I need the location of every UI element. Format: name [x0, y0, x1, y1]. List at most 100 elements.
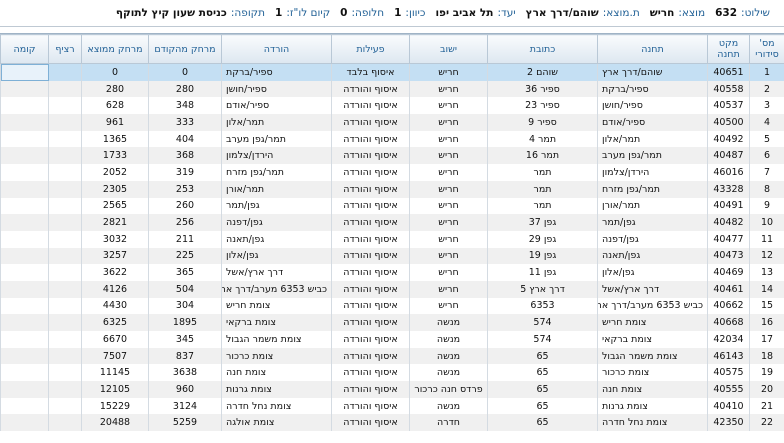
col-dist-origin-cell[interactable]: 4126 [82, 281, 149, 298]
table-row[interactable]: 2242350צומת נחל חדרה65חדרהאיסוף והורדהצו… [1, 414, 784, 431]
col-address-cell[interactable]: 65 [488, 364, 598, 381]
col-station-code-cell[interactable]: 42034 [708, 331, 750, 348]
col-address-cell[interactable]: ספיר 36 [488, 81, 598, 98]
col-unload-cell[interactable]: הירדן/צלמון [222, 147, 332, 164]
col-station-code-cell[interactable]: 40668 [708, 314, 750, 331]
col-station-cell[interactable]: תמר/אלון [598, 131, 708, 148]
col-activity-cell[interactable]: איסוף והורדה [332, 398, 410, 415]
col-dist-prev-cell[interactable]: 345 [149, 331, 222, 348]
col-dist-origin-cell[interactable]: 6670 [82, 331, 149, 348]
col-serial-cell[interactable]: 11 [750, 231, 784, 248]
col-activity-cell[interactable]: איסוף והורדה [332, 231, 410, 248]
col-station-code-cell[interactable]: 40487 [708, 147, 750, 164]
col-unload-cell[interactable]: צומת נחל חדרה [222, 398, 332, 415]
table-row[interactable]: 2140410צומת גרנות65מנשהאיסוף והורדהצומת … [1, 398, 784, 415]
col-unload-cell[interactable]: גפן/דפנה [222, 214, 332, 231]
col-address-cell[interactable]: תמר [488, 181, 598, 198]
col-serial-cell[interactable]: 13 [750, 264, 784, 281]
table-row[interactable]: 1640668צומת חריש574מנשהאיסוף והורדהצומת … [1, 314, 784, 331]
col-town-cell[interactable]: חריש [410, 114, 488, 131]
col-activity-cell[interactable]: איסוף והורדה [332, 364, 410, 381]
col-activity-cell[interactable]: איסוף והורדה [332, 114, 410, 131]
col-station-cell[interactable]: הירדן/צלמון [598, 164, 708, 181]
col-dist-prev-cell[interactable]: 304 [149, 298, 222, 315]
col-town-cell[interactable]: פרדס חנה כרכור [410, 381, 488, 398]
col-platform-cell[interactable] [49, 164, 82, 181]
col-serial-cell[interactable]: 7 [750, 164, 784, 181]
col-floor-cell[interactable] [1, 198, 49, 215]
col-dist-origin-cell[interactable]: 6325 [82, 314, 149, 331]
col-station-cell[interactable]: תמר/גפן מערב [598, 147, 708, 164]
col-unload-cell[interactable]: ספיר/ברקת [222, 64, 332, 81]
col-platform-cell[interactable] [49, 298, 82, 315]
col-unload-cell[interactable]: דרך ארץ/אשל [222, 264, 332, 281]
col-dist-origin-cell[interactable]: 3257 [82, 248, 149, 265]
col-station-code-header[interactable]: מקט תחנה [708, 35, 750, 64]
col-address-cell[interactable]: 65 [488, 348, 598, 365]
col-activity-cell[interactable]: איסוף והורדה [332, 414, 410, 431]
table-row[interactable]: 1340469גפן/אלוןגפן 11חרישאיסוף והורדהדרך… [1, 264, 784, 281]
table-row[interactable]: 940491תמר/אורןתמרחרישאיסוף והורדהגפן/תמר… [1, 198, 784, 215]
col-dist-origin-cell[interactable]: 20488 [82, 414, 149, 431]
col-address-cell[interactable]: ספיר 9 [488, 114, 598, 131]
col-dist-origin-cell[interactable]: 961 [82, 114, 149, 131]
table-row[interactable]: 843328תמר/גפן מזרחתמרחרישאיסוף והורדהתמר… [1, 181, 784, 198]
col-dist-prev-cell[interactable]: 225 [149, 248, 222, 265]
col-unload-cell[interactable]: גפן/אלון [222, 248, 332, 265]
col-unload-cell[interactable]: צומת חנה [222, 364, 332, 381]
col-platform-cell[interactable] [49, 414, 82, 431]
col-floor-cell[interactable] [1, 231, 49, 248]
col-floor-cell[interactable] [1, 414, 49, 431]
col-station-code-cell[interactable]: 40500 [708, 114, 750, 131]
col-dist-prev-cell[interactable]: 211 [149, 231, 222, 248]
col-serial-cell[interactable]: 10 [750, 214, 784, 231]
table-row[interactable]: 1240473גפן/תאנהגפן 19חרישאיסוף והורדהגפן… [1, 248, 784, 265]
col-dist-origin-cell[interactable]: 1733 [82, 147, 149, 164]
col-town-cell[interactable]: מנשה [410, 398, 488, 415]
col-platform-cell[interactable] [49, 314, 82, 331]
col-address-cell[interactable]: תמר [488, 164, 598, 181]
col-floor-cell[interactable] [1, 164, 49, 181]
col-dist-prev-cell[interactable]: 837 [149, 348, 222, 365]
col-station-code-cell[interactable]: 40477 [708, 231, 750, 248]
col-dist-prev-cell[interactable]: 365 [149, 264, 222, 281]
table-row[interactable]: 1440461דרך ארץ/אשלדרך ארץ 5חרישאיסוף והו… [1, 281, 784, 298]
col-station-cell[interactable]: ספיר/חושן [598, 97, 708, 114]
col-floor-cell[interactable] [1, 381, 49, 398]
col-unload-header[interactable]: הורדה [222, 35, 332, 64]
col-serial-cell[interactable]: 6 [750, 147, 784, 164]
col-address-cell[interactable]: 6353 [488, 298, 598, 315]
col-platform-cell[interactable] [49, 264, 82, 281]
col-address-cell[interactable]: 65 [488, 398, 598, 415]
col-station-code-cell[interactable]: 40555 [708, 381, 750, 398]
col-station-code-cell[interactable]: 43328 [708, 181, 750, 198]
col-floor-cell[interactable] [1, 331, 49, 348]
col-dist-origin-cell[interactable]: 2821 [82, 214, 149, 231]
table-row[interactable]: 140651שוהם/דרך ארץשוהם 2חרישאיסוף בלבדספ… [1, 64, 784, 81]
col-address-cell[interactable]: תמר 4 [488, 131, 598, 148]
col-serial-cell[interactable]: 19 [750, 364, 784, 381]
col-station-code-cell[interactable]: 46143 [708, 348, 750, 365]
col-unload-cell[interactable]: ספיר/אודם [222, 97, 332, 114]
col-activity-cell[interactable]: איסוף והורדה [332, 147, 410, 164]
col-activity-header[interactable]: פעילות [332, 35, 410, 64]
col-dist-prev-cell[interactable]: 3638 [149, 364, 222, 381]
col-station-cell[interactable]: דרך ארץ/אשל [598, 281, 708, 298]
col-serial-cell[interactable]: 4 [750, 114, 784, 131]
col-activity-cell[interactable]: איסוף והורדה [332, 131, 410, 148]
col-serial-cell[interactable]: 15 [750, 298, 784, 315]
col-activity-cell[interactable]: איסוף והורדה [332, 181, 410, 198]
col-station-code-cell[interactable]: 40469 [708, 264, 750, 281]
table-row[interactable]: 1040482גפן/תמרגפן 37חרישאיסוף והורדהגפן/… [1, 214, 784, 231]
col-dist-prev-cell[interactable]: 0 [149, 64, 222, 81]
col-serial-cell[interactable]: 5 [750, 131, 784, 148]
col-unload-cell[interactable]: צומת אולגה [222, 414, 332, 431]
col-town-cell[interactable]: חריש [410, 248, 488, 265]
col-platform-cell[interactable] [49, 381, 82, 398]
col-unload-cell[interactable]: תמר/גפן מזרח [222, 164, 332, 181]
col-station-code-cell[interactable]: 40558 [708, 81, 750, 98]
col-platform-cell[interactable] [49, 181, 82, 198]
col-serial-cell[interactable]: 20 [750, 381, 784, 398]
col-platform-cell[interactable] [49, 81, 82, 98]
col-dist-prev-cell[interactable]: 960 [149, 381, 222, 398]
